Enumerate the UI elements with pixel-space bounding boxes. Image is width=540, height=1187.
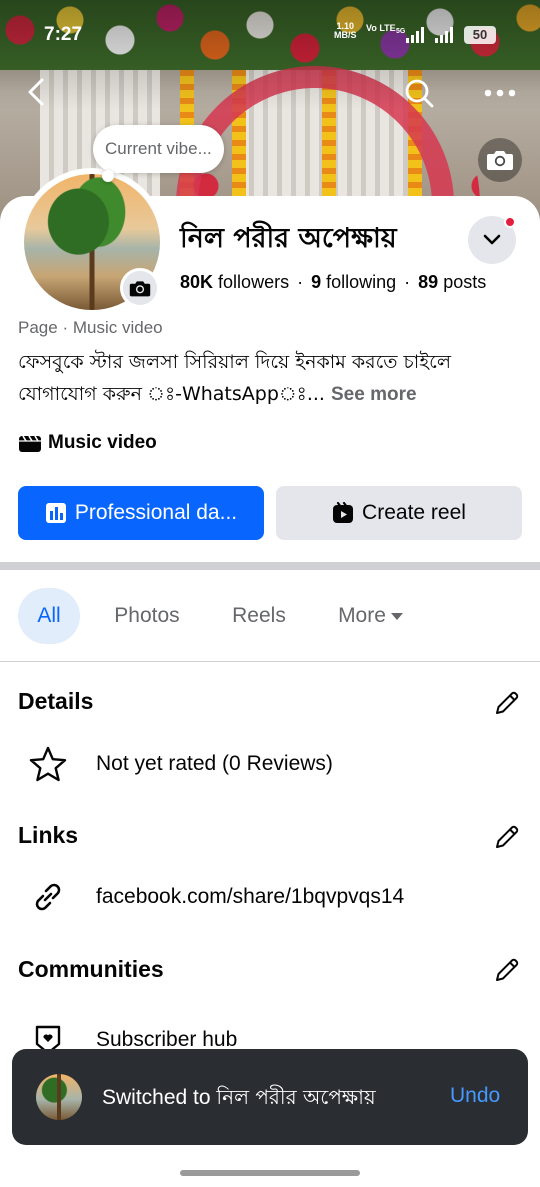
signal-5g-icon: 5G bbox=[396, 27, 424, 43]
professional-dashboard-button[interactable]: Professional da... bbox=[18, 486, 264, 540]
pencil-icon bbox=[496, 958, 519, 981]
edit-avatar-button[interactable] bbox=[120, 268, 160, 308]
tabs-divider bbox=[0, 661, 540, 662]
switch-toast: Switched to নিল পরীর অপেক্ষায় Undo bbox=[12, 1049, 528, 1145]
status-bar: 7:27 1.10 MB/S Vo LTE 5G 50 bbox=[0, 0, 540, 60]
current-vibe-bubble[interactable]: Current vibe... bbox=[93, 125, 224, 173]
category-badge: Music video bbox=[18, 430, 157, 456]
links-title: Links bbox=[18, 822, 79, 848]
edit-cover-photo-button[interactable] bbox=[478, 138, 522, 182]
section-divider bbox=[0, 562, 540, 570]
link-icon bbox=[18, 877, 78, 917]
profile-stats: 80K followers · 9 following · 89 posts bbox=[180, 272, 486, 293]
more-options-button[interactable] bbox=[480, 80, 520, 106]
toast-page-name: নিল পরীর অপেক্ষায় bbox=[216, 1085, 376, 1109]
home-indicator[interactable] bbox=[180, 1170, 360, 1176]
notification-dot bbox=[504, 216, 516, 228]
reel-icon bbox=[332, 502, 354, 524]
clapperboard-icon bbox=[19, 435, 41, 452]
posts-stat[interactable]: 89 posts bbox=[418, 272, 486, 292]
battery-indicator: 50 bbox=[464, 26, 496, 44]
dashboard-chart-icon bbox=[45, 502, 67, 524]
search-icon bbox=[405, 79, 434, 108]
posts-count: 89 bbox=[418, 272, 439, 292]
category-label: Music video bbox=[48, 432, 157, 453]
communities-title: Communities bbox=[18, 956, 164, 982]
toast-avatar bbox=[36, 1074, 82, 1120]
volte-indicator: Vo LTE bbox=[366, 23, 396, 33]
meta-separator: · bbox=[62, 318, 69, 337]
link-row[interactable]: facebook.com/share/1bqvpvqs14 bbox=[18, 877, 404, 917]
pencil-icon bbox=[496, 825, 519, 848]
camera-icon bbox=[487, 151, 513, 170]
tab-all[interactable]: All bbox=[18, 588, 80, 644]
following-label: following bbox=[326, 272, 397, 292]
profile-switch-button[interactable] bbox=[468, 216, 516, 264]
status-time: 7:27 bbox=[44, 24, 83, 45]
network-speed-unit: MB/S bbox=[334, 30, 357, 40]
toast-prefix: Switched to bbox=[102, 1086, 211, 1109]
details-title: Details bbox=[18, 688, 94, 714]
toast-message: Switched to নিল পরীর অপেক্ষায় bbox=[102, 1083, 376, 1116]
followers-count: 80K bbox=[180, 272, 214, 292]
caret-down-icon bbox=[390, 613, 403, 620]
page-category: Music video bbox=[72, 318, 163, 337]
rating-text: Not yet rated (0 Reviews) bbox=[96, 752, 333, 775]
create-reel-label: Create reel bbox=[362, 501, 466, 524]
edit-details-button[interactable] bbox=[492, 688, 522, 718]
signal-icon bbox=[435, 27, 453, 43]
following-stat[interactable]: 9 following bbox=[311, 272, 396, 292]
stat-separator: · bbox=[404, 272, 411, 292]
undo-button[interactable]: Undo bbox=[450, 1084, 500, 1108]
vibe-bubble-tail bbox=[102, 170, 114, 182]
tab-photos[interactable]: Photos bbox=[102, 588, 192, 644]
followers-stat[interactable]: 80K followers bbox=[180, 272, 289, 292]
svg-text:5G: 5G bbox=[396, 28, 406, 35]
followers-label: followers bbox=[218, 272, 290, 292]
page-type: Page bbox=[18, 318, 58, 337]
pencil-icon bbox=[496, 691, 519, 714]
star-icon bbox=[18, 744, 78, 784]
edit-communities-button[interactable] bbox=[492, 955, 522, 985]
stat-separator: · bbox=[297, 272, 304, 292]
professional-dashboard-label: Professional da... bbox=[74, 501, 238, 524]
more-dots-icon bbox=[484, 89, 516, 97]
page-bio: ফেসবুকে স্টার জলসা সিরিয়াল দিয়ে ইনকাম … bbox=[18, 346, 522, 411]
profile-tabs: All Photos Reels More bbox=[0, 588, 540, 646]
see-more-link[interactable]: See more bbox=[331, 384, 417, 405]
page-meta: Page · Music video bbox=[18, 318, 163, 338]
following-count: 9 bbox=[311, 272, 322, 292]
edit-links-button[interactable] bbox=[492, 822, 522, 852]
chevron-left-icon bbox=[28, 78, 44, 106]
create-reel-button[interactable]: Create reel bbox=[276, 486, 522, 540]
tab-more[interactable]: More bbox=[328, 588, 414, 644]
tab-more-label: More bbox=[338, 604, 386, 627]
posts-label: posts bbox=[443, 272, 487, 292]
camera-icon bbox=[129, 280, 151, 296]
search-button[interactable] bbox=[402, 76, 436, 110]
rating-row[interactable]: Not yet rated (0 Reviews) bbox=[18, 744, 333, 784]
link-url: facebook.com/share/1bqvpvqs14 bbox=[96, 885, 405, 908]
chevron-down-icon bbox=[483, 234, 501, 245]
back-button[interactable] bbox=[20, 76, 52, 108]
page-title: নিল পরীর অপেক্ষায় bbox=[180, 223, 397, 254]
tab-reels[interactable]: Reels bbox=[222, 588, 296, 644]
network-speed: 1.10 MB/S bbox=[334, 22, 357, 40]
